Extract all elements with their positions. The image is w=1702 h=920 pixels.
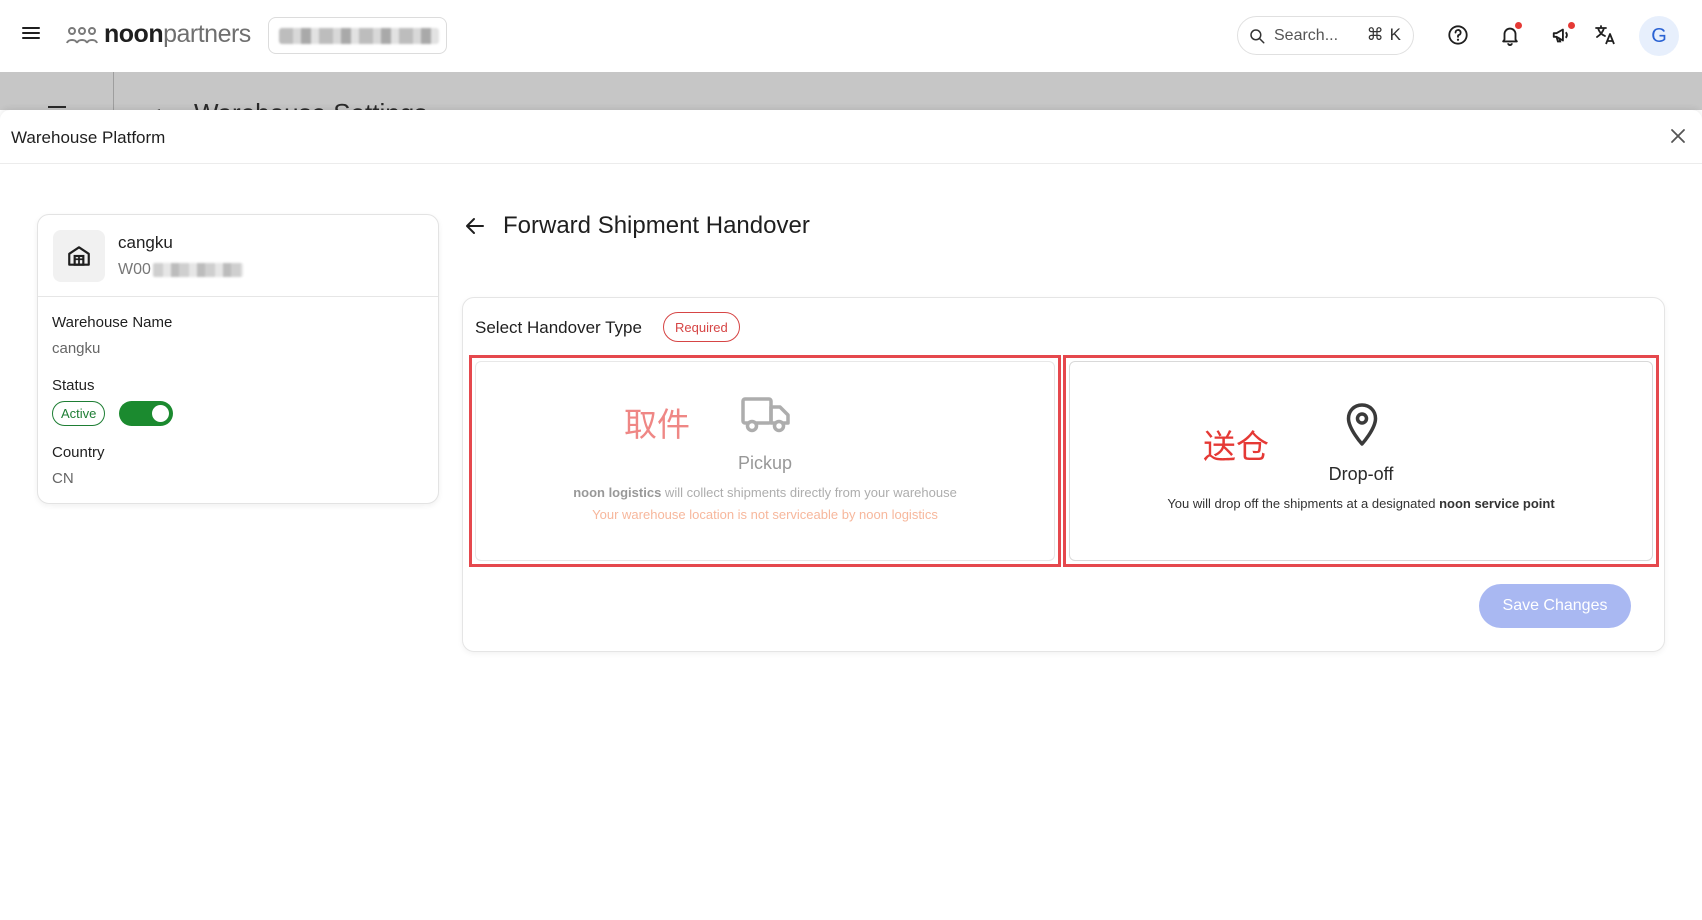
- dropoff-option[interactable]: 送仓 Drop-off You will drop off the shipme…: [1069, 361, 1653, 561]
- required-badge: Required: [663, 312, 740, 342]
- avatar[interactable]: G: [1639, 16, 1679, 56]
- search-box[interactable]: Search... ⌘ K: [1237, 16, 1414, 55]
- background-divider: [113, 72, 114, 110]
- translate-icon[interactable]: [1592, 22, 1618, 48]
- search-icon: [1250, 28, 1265, 43]
- location-pin-icon: [1346, 403, 1378, 446]
- menu-icon[interactable]: [22, 24, 44, 46]
- status-badge: Active: [52, 401, 106, 426]
- toggle-knob: [152, 405, 169, 422]
- logo-text: noonpartners: [104, 20, 251, 48]
- pickup-option[interactable]: 取件 Pickup noon logistics will collect sh…: [475, 361, 1055, 561]
- announcement-dot: [1568, 22, 1575, 29]
- handover-type-label: Select Handover Type: [475, 318, 642, 337]
- close-icon[interactable]: [1668, 126, 1688, 146]
- dialog-title: Warehouse Platform: [11, 128, 166, 147]
- page-title: Forward Shipment Handover: [503, 212, 810, 239]
- pickup-warning: Your warehouse location is not serviceab…: [592, 507, 938, 522]
- background-menu-icon: [48, 106, 66, 108]
- dialog-header: Warehouse Platform: [0, 110, 1702, 164]
- country-value: CN: [52, 470, 74, 487]
- status-toggle[interactable]: [119, 401, 173, 426]
- truck-icon: [741, 397, 790, 433]
- warehouse-code: W00: [118, 261, 243, 279]
- warehouse-platform-dialog: Warehouse Platform cangku W00 Warehouse …: [0, 110, 1702, 920]
- section-header: Forward Shipment Handover: [463, 212, 810, 240]
- megaphone-icon[interactable]: [1549, 22, 1575, 48]
- background-page-title: Warehouse Settings: [194, 98, 427, 110]
- top-app-bar: noonpartners Search... ⌘ K G: [0, 0, 1702, 72]
- dropoff-title: Drop-off: [1328, 464, 1394, 484]
- status-label: Status: [52, 377, 95, 394]
- search-placeholder[interactable]: Search...: [1274, 27, 1338, 45]
- warehouse-info-header: cangku W00: [38, 215, 438, 297]
- help-icon[interactable]: [1445, 22, 1471, 48]
- notification-dot: [1515, 22, 1522, 29]
- pickup-annotation: 取件: [624, 405, 690, 444]
- warehouse-name-value: cangku: [52, 340, 101, 357]
- logo-mark-icon: [66, 26, 98, 43]
- redacted-warehouse-code: [152, 263, 243, 277]
- save-changes-button[interactable]: Save Changes: [1479, 584, 1631, 628]
- background-page: < Warehouse Settings: [0, 72, 1702, 110]
- search-shortcut: ⌘ K: [1366, 25, 1401, 44]
- dropoff-description: You will drop off the shipments at a des…: [1167, 496, 1555, 511]
- bell-icon[interactable]: [1497, 22, 1523, 48]
- pickup-title: Pickup: [737, 453, 793, 473]
- redacted-account-name: [279, 27, 439, 44]
- back-arrow-icon[interactable]: [463, 214, 487, 238]
- background-back-arrow-icon: <: [148, 102, 161, 110]
- warehouse-name-label: Warehouse Name: [52, 314, 173, 331]
- warehouse-info-card: cangku W00 Warehouse Name cangku Status …: [37, 214, 439, 504]
- account-switcher[interactable]: [268, 17, 447, 54]
- warehouse-name-heading: cangku: [118, 233, 173, 252]
- pickup-description: noon logistics will collect shipments di…: [573, 485, 957, 500]
- dropoff-annotation: 送仓: [1203, 427, 1269, 466]
- country-label: Country: [52, 444, 105, 461]
- logo[interactable]: noonpartners: [66, 20, 251, 49]
- warehouse-icon: [53, 230, 105, 282]
